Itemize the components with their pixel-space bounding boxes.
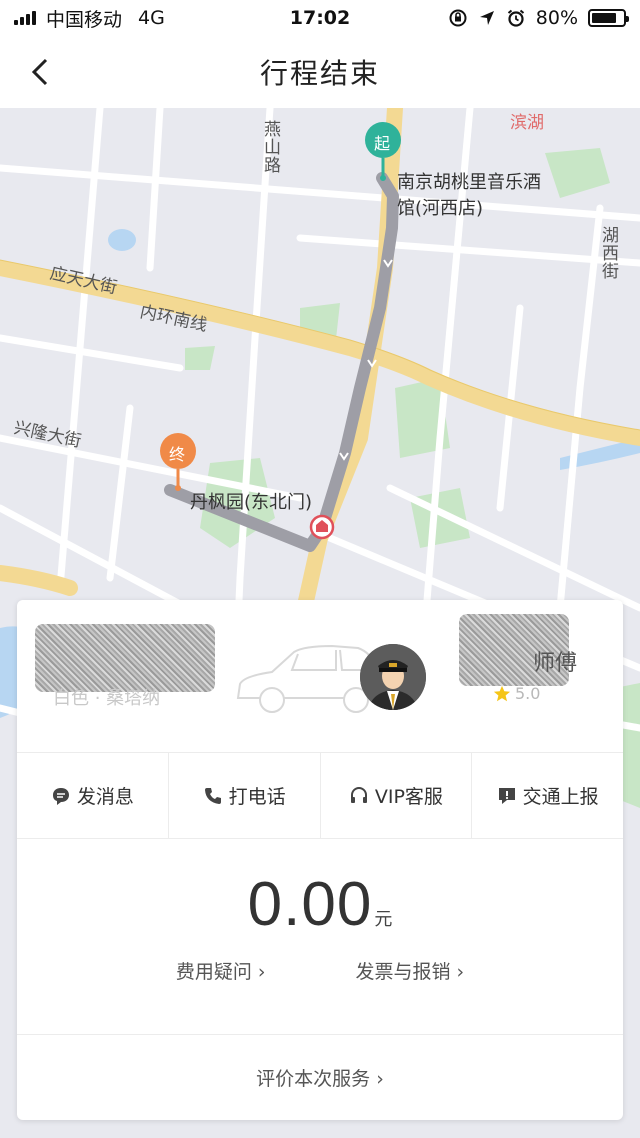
call-label: 打电话 (228, 786, 286, 808)
nav-bar: 行程结束 (0, 36, 640, 108)
network-type: 4G (138, 7, 165, 29)
driver-name: 师傅 (533, 651, 578, 676)
start-location-text: 南京胡桃里音乐酒馆(河西店) (397, 172, 541, 219)
start-marker-label: 起 (374, 134, 391, 153)
status-time: 17:02 (289, 7, 351, 29)
rating-value: 5.0 (515, 684, 541, 703)
fare-amount: 0.00 元 (17, 869, 623, 940)
driver-rating: 5.0 (493, 684, 540, 703)
road-label-yanshan: 燕山路 (260, 120, 280, 174)
car-description: 白色 · 桑塔纳 (53, 688, 161, 709)
back-button[interactable] (22, 54, 58, 90)
vip-service-button[interactable]: VIP客服 (321, 753, 473, 838)
road-label-binhu: 滨湖 (510, 113, 544, 133)
fare-unit: 元 (374, 909, 393, 930)
fare-section: 0.00 元 费用疑问 › 发票与报销 › (17, 839, 623, 1035)
send-message-button[interactable]: 发消息 (17, 753, 169, 838)
status-left: 中国移动 4G (14, 5, 234, 32)
headset-icon (350, 786, 367, 803)
battery-percent: 80% (535, 7, 578, 29)
carrier-name: 中国移动 (46, 8, 123, 31)
traffic-report-button[interactable]: 交通上报 (472, 753, 623, 838)
road-label-huxi: 湖西街 (598, 226, 618, 280)
driver-avatar (360, 644, 426, 710)
fare-links: 费用疑问 › 发票与报销 › (17, 957, 623, 984)
chauffeur-icon (360, 644, 426, 710)
trip-summary-card: 白色 · 桑塔纳 师傅 5.0 发消息 打电话 VIP客服 交通上报 0.00 … (17, 600, 623, 1120)
send-message-label: 发消息 (76, 786, 134, 808)
vip-service-label: VIP客服 (374, 786, 443, 808)
call-button[interactable]: 打电话 (169, 753, 321, 838)
battery-fill (592, 13, 616, 23)
rotation-lock-icon (449, 9, 467, 27)
alarm-icon (507, 9, 524, 27)
invoice-link[interactable]: 发票与报销 › (356, 957, 465, 984)
end-location-name: 丹枫园(东北门) (190, 492, 313, 513)
star-icon (493, 685, 511, 701)
signal-icon (14, 11, 36, 25)
status-right: 80% (406, 7, 629, 29)
action-bar: 发消息 打电话 VIP客服 交通上报 (17, 753, 623, 839)
plate-redaction (35, 624, 215, 692)
status-bar: 中国移动 4G 17:02 80% (0, 0, 640, 36)
driver-info[interactable]: 白色 · 桑塔纳 师傅 5.0 (17, 600, 623, 753)
rate-service-button[interactable]: 评价本次服务 › (17, 1035, 623, 1119)
report-icon (498, 787, 515, 804)
fare-value: 0.00 (247, 870, 373, 939)
message-icon (52, 787, 69, 805)
location-arrow-icon (479, 11, 494, 25)
page-title: 行程结束 (259, 57, 380, 90)
end-marker-label: 终 (169, 445, 186, 464)
start-location-name: 南京胡桃里音乐酒馆(河西店) (397, 170, 547, 222)
phone-icon (204, 787, 221, 804)
battery-icon (588, 9, 629, 27)
traffic-report-label: 交通上报 (522, 786, 599, 808)
fare-question-link[interactable]: 费用疑问 › (176, 957, 266, 984)
chevron-left-icon (31, 58, 48, 86)
